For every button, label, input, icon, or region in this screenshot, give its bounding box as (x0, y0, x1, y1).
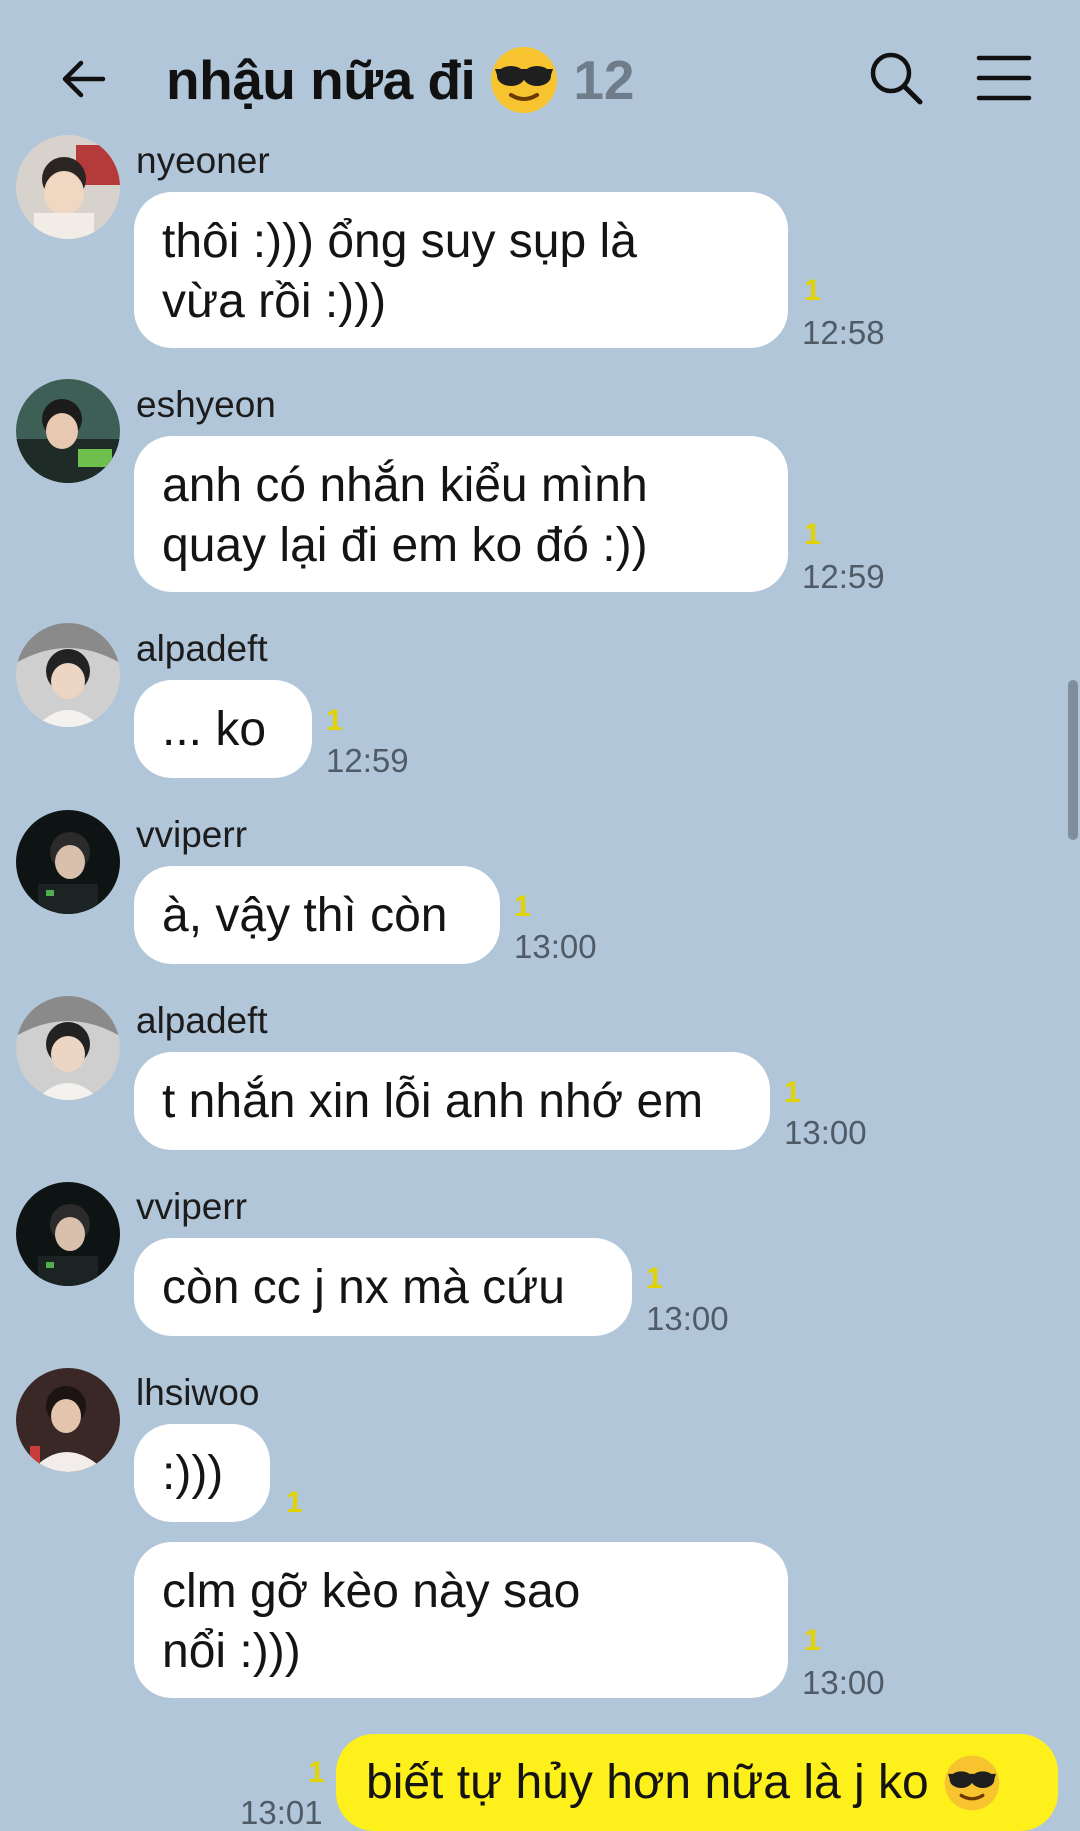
avatar[interactable] (16, 135, 120, 239)
menu-icon (976, 55, 1032, 101)
menu-button[interactable] (975, 50, 1033, 106)
message-bubble[interactable]: anh có nhắn kiểu mình quay lại đi em ko … (134, 436, 788, 592)
member-count: 12 (573, 49, 635, 111)
avatar[interactable] (16, 810, 120, 914)
chat-title: nhậu nữa đi (166, 49, 476, 111)
sender-name: alpadeft (136, 628, 268, 669)
my-message-bubble[interactable]: biết tự hủy hơn nữa là j ko (336, 1734, 1058, 1831)
message-time: 13:00 (646, 1300, 729, 1337)
message-time: 12:58 (802, 314, 885, 351)
back-arrow-icon (62, 60, 106, 98)
unread-count: 1 (804, 518, 821, 551)
sender-name: alpadeft (136, 1000, 268, 1041)
message-bubble[interactable]: còn cc j nx mà cứu (134, 1238, 632, 1336)
unread-count: 1 (308, 1756, 325, 1789)
message-bubble[interactable]: à, vậy thì còn (134, 866, 500, 964)
message-bubble[interactable]: :))) (134, 1424, 270, 1522)
sunglasses-emoji-icon (944, 1755, 1000, 1810)
avatar[interactable] (16, 1368, 120, 1472)
sender-name: lhsiwoo (136, 1372, 260, 1413)
message-bubble[interactable]: ... ko (134, 680, 312, 778)
back-button[interactable] (52, 48, 114, 110)
chat-header: nhậu nữa đi 12 (0, 0, 1080, 150)
avatar[interactable] (16, 996, 120, 1100)
message-bubble[interactable]: t nhắn xin lỗi anh nhớ em (134, 1052, 770, 1150)
message-time: 13:00 (802, 1664, 885, 1701)
unread-count: 1 (326, 704, 343, 737)
sender-name: vviperr (136, 814, 248, 855)
unread-count: 1 (646, 1262, 663, 1295)
unread-count: 1 (804, 274, 821, 307)
message-time: 13:00 (784, 1114, 867, 1151)
message-time: 12:59 (326, 742, 409, 779)
scrollbar[interactable] (1068, 680, 1078, 840)
avatar[interactable] (16, 623, 120, 727)
sender-name: eshyeon (136, 384, 276, 425)
message-bubble[interactable]: thôi :))) ổng suy sụp là vừa rồi :))) (134, 192, 788, 348)
unread-count: 1 (784, 1076, 801, 1109)
my-message-text: biết tự hủy hơn nữa là j ko (366, 1755, 929, 1809)
sender-name: vviperr (136, 1186, 248, 1227)
chat-title-group: nhậu nữa đi 12 (166, 40, 635, 120)
sunglasses-emoji-icon (491, 47, 558, 113)
message-bubble[interactable]: clm gỡ kèo này sao nổi :))) (134, 1542, 788, 1698)
message-time: 13:00 (514, 928, 597, 965)
search-button[interactable] (866, 48, 926, 108)
unread-count: 1 (804, 1624, 821, 1657)
avatar[interactable] (16, 1182, 120, 1286)
unread-count: 1 (286, 1486, 303, 1519)
message-time: 13:01 (240, 1794, 323, 1831)
unread-count: 1 (514, 890, 531, 923)
avatar[interactable] (16, 379, 120, 483)
sender-name: nyeoner (136, 140, 270, 181)
search-icon (870, 52, 923, 105)
message-time: 12:59 (802, 558, 885, 595)
